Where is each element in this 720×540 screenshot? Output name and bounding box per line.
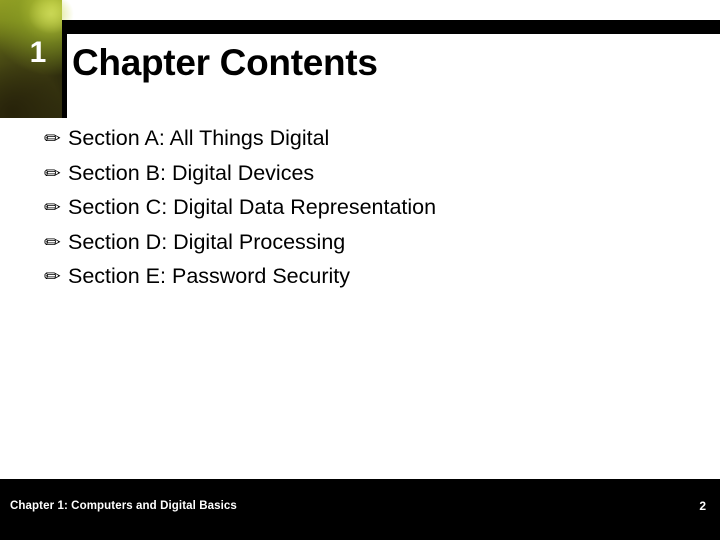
top-black-bar [62, 20, 720, 34]
list-item: ✏ Section D: Digital Processing [44, 228, 684, 257]
list-item-label: Section D: Digital Processing [68, 229, 346, 254]
footer-chapter-label: Chapter 1: Computers and Digital Basics [10, 500, 237, 512]
pencil-bullet-icon: ✏ [44, 229, 61, 254]
list-item: ✏ Section C: Digital Data Representation [44, 193, 684, 222]
list-item: ✏ Section E: Password Security [44, 262, 684, 291]
pencil-bullet-icon: ✏ [44, 195, 61, 219]
pencil-bullet-icon: ✏ [44, 126, 61, 150]
list-item-label: Section E: Password Security [68, 264, 351, 288]
list-item-label: Section C: Digital Data Representation [68, 195, 437, 219]
chapter-number: 1 [29, 36, 47, 69]
contents-list: ✏ Section A: All Things Digital ✏ Sectio… [44, 124, 684, 297]
pencil-bullet-icon: ✏ [44, 264, 61, 288]
page-title: Chapter Contents [72, 42, 378, 83]
list-item: ✏ Section B: Digital Devices [44, 159, 684, 188]
list-item-label: Section A: All Things Digital [68, 126, 330, 150]
list-item-label: Section B: Digital Devices [68, 160, 315, 185]
pencil-bullet-icon: ✏ [44, 160, 61, 185]
list-item: ✏ Section A: All Things Digital [44, 124, 684, 153]
presentation-slide: 1 Chapter Contents ✏ Section A: All Thin… [0, 0, 720, 540]
slide-page-number: 2 [699, 499, 706, 513]
title-vertical-rule [62, 34, 67, 118]
